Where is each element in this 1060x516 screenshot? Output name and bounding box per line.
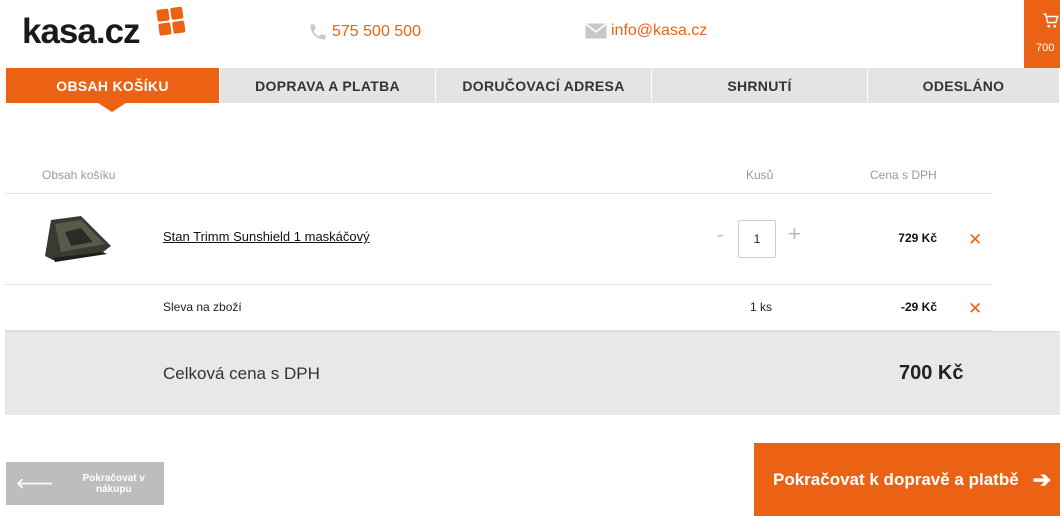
arrow-left-icon: 🡐: [16, 475, 54, 491]
quantity-increase-button[interactable]: +: [788, 221, 801, 247]
mail-icon: [585, 23, 607, 39]
logo[interactable]: kasa.cz: [22, 6, 186, 52]
step-delivery-address[interactable]: DORUČOVACÍ ADRESA: [436, 68, 652, 103]
quantity-decrease-button[interactable]: -: [717, 224, 724, 247]
phone-icon: [310, 24, 326, 40]
header-quantity: Kusů: [746, 168, 774, 182]
product-name-link[interactable]: Stan Trimm Sunshield 1 maskáčový: [163, 229, 370, 244]
cart-icon: [1043, 13, 1059, 28]
logo-text: kasa.cz: [22, 12, 141, 51]
email-address: info@kasa.cz: [611, 22, 708, 39]
arrow-right-icon: ➔: [1032, 466, 1052, 492]
cart-button[interactable]: 700: [1024, 0, 1060, 68]
header-price: Cena s DPH: [870, 168, 937, 182]
cart-total: 700: [1036, 42, 1055, 54]
remove-product-icon[interactable]: ✕: [968, 230, 982, 250]
continue-shopping-button[interactable]: 🡐 Pokračovat v nákupu: [6, 462, 164, 505]
total-value: 700 Kč: [899, 362, 964, 384]
product-image[interactable]: [41, 212, 117, 266]
total-label: Celková cena s DPH: [163, 364, 320, 383]
quantity-input[interactable]: [738, 220, 776, 258]
phone-contact[interactable]: 575 500 500: [308, 22, 421, 42]
remove-discount-icon[interactable]: ✕: [968, 299, 982, 319]
table-row: Stan Trimm Sunshield 1 maskáčový - + 729…: [5, 194, 992, 285]
discount-quantity: 1 ks: [750, 300, 773, 314]
step-shipping-payment[interactable]: DOPRAVA A PLATBA: [220, 68, 436, 103]
checkout-steps: OBSAH KOŠÍKU DOPRAVA A PLATBA DORUČOVACÍ…: [6, 68, 1060, 112]
step-cart-contents[interactable]: OBSAH KOŠÍKU: [6, 68, 220, 112]
table-row: Sleva na zboží 1 ks -29 Kč ✕: [5, 285, 992, 331]
logo-mark-icon: [156, 6, 188, 38]
continue-shopping-label: Pokračovat v nákupu: [82, 472, 145, 495]
continue-to-shipping-button[interactable]: Pokračovat k dopravě a platbě ➔: [754, 443, 1060, 516]
email-contact[interactable]: info@kasa.cz: [585, 22, 707, 40]
discount-label: Sleva na zboží: [163, 300, 242, 314]
discount-price: -29 Kč: [900, 300, 937, 314]
step-sent[interactable]: ODESLÁNO: [868, 68, 1060, 103]
header: kasa.cz 575 500 500 info@kasa.cz 700: [0, 0, 1060, 68]
header-cart-contents: Obsah košíku: [42, 168, 116, 182]
continue-to-shipping-label: Pokračovat k dopravě a platbě: [773, 469, 1019, 489]
phone-number: 575 500 500: [332, 23, 421, 40]
product-price: 729 Kč: [898, 231, 937, 245]
step-summary[interactable]: SHRNUTÍ: [652, 68, 868, 103]
cart-table-header: Obsah košíku Kusů Cena s DPH: [5, 162, 992, 194]
total-row: Celková cena s DPH 700 Kč: [5, 331, 1060, 415]
